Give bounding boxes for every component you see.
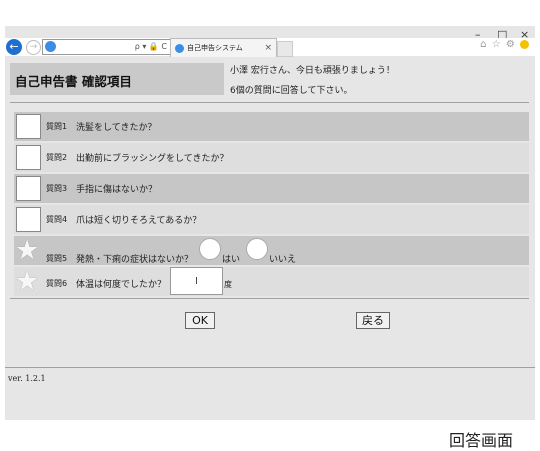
tab-title: 自己申告システム xyxy=(187,44,243,52)
question-text: 出勤前にブラッシングをしてきたか？ xyxy=(76,154,229,164)
question-row-3: 質問3 手指に傷はないか？ xyxy=(14,174,529,203)
browser-toolbar: ← → ρ ▾ 🔒 C 自己申告システム × ⌂ ☆ ⚙ xyxy=(5,38,535,57)
browser-right-tools[interactable]: ⌂ ☆ ⚙ xyxy=(480,39,529,50)
forward-arrow-icon[interactable]: → xyxy=(26,40,41,55)
back-button[interactable]: 戻る xyxy=(356,312,390,329)
question-text: 発熱・下痢の症状はないか？ xyxy=(76,255,194,265)
ie-logo-icon xyxy=(45,41,56,52)
question-label: 質問3 xyxy=(46,184,68,193)
question-text: 体温は何度でしたか？ xyxy=(76,280,167,290)
ie-logo-icon xyxy=(175,43,184,53)
temperature-input[interactable]: I xyxy=(170,267,223,295)
question-label: 質問1 xyxy=(46,122,68,131)
question-row-2: 質問2 出勤前にブラッシングをしてきたか？ xyxy=(14,143,529,172)
address-bar[interactable]: ρ ▾ 🔒 C xyxy=(42,39,171,55)
question-text: 爪は短く切りそろえてあるか？ xyxy=(76,216,202,226)
greeting-text: 小澤 宏行さん、今日も頑張りましょう！ xyxy=(230,66,395,76)
question-row-5: ★ 質問5 発熱・下痢の症状はないか？ はい いいえ xyxy=(14,236,529,265)
question-label: 質問4 xyxy=(46,215,68,224)
page-title-box: 自己申告書 確認項目 xyxy=(10,63,224,95)
checkbox-q1[interactable] xyxy=(16,114,41,139)
star-icon: ★ xyxy=(15,235,40,266)
instruction-text: 6個の質問に回答して下さい。 xyxy=(230,86,353,96)
divider xyxy=(10,298,529,299)
screen-caption: 回答画面 xyxy=(449,431,514,450)
page-title: 自己申告書 確認項目 xyxy=(15,74,132,89)
smiley-feedback-icon[interactable] xyxy=(520,39,529,49)
footer-divider xyxy=(5,367,535,368)
question-text: 洗髪をしてきたか？ xyxy=(76,123,157,133)
radio-no-label: いいえ xyxy=(269,255,297,265)
radio-yes[interactable] xyxy=(199,238,221,260)
checkbox-q3[interactable] xyxy=(16,176,41,201)
question-row-6: ★ 質問6 体温は何度でしたか？ xyxy=(14,267,529,296)
question-text: 手指に傷はないか？ xyxy=(76,185,158,195)
checkbox-q4[interactable] xyxy=(16,207,41,232)
new-tab-button[interactable] xyxy=(277,41,293,57)
ok-button[interactable]: OK xyxy=(185,312,215,329)
divider xyxy=(10,102,529,103)
home-star-gear-icons[interactable]: ⌂ ☆ ⚙ xyxy=(480,39,516,50)
question-row-1: 質問1 洗髪をしてきたか？ xyxy=(14,112,529,141)
star-icon: ★ xyxy=(15,266,40,297)
temperature-unit: 度 xyxy=(224,280,232,289)
address-tools[interactable]: ρ ▾ 🔒 C xyxy=(135,40,167,54)
question-label: 質問6 xyxy=(46,279,68,288)
radio-yes-label: はい xyxy=(222,255,241,265)
back-arrow-icon[interactable]: ← xyxy=(6,39,22,55)
checkbox-q2[interactable] xyxy=(16,145,41,170)
radio-no[interactable] xyxy=(246,238,268,260)
tab-close-icon[interactable]: × xyxy=(264,39,272,57)
browser-tab[interactable]: 自己申告システム × xyxy=(170,38,277,57)
question-row-4: 質問4 爪は短く切りそろえてあるか？ xyxy=(14,205,529,234)
text-cursor-icon: I xyxy=(195,276,198,287)
question-label: 質問5 xyxy=(46,254,68,263)
question-label: 質問2 xyxy=(46,153,68,162)
version-text: ver. 1.2.1 xyxy=(8,374,46,383)
